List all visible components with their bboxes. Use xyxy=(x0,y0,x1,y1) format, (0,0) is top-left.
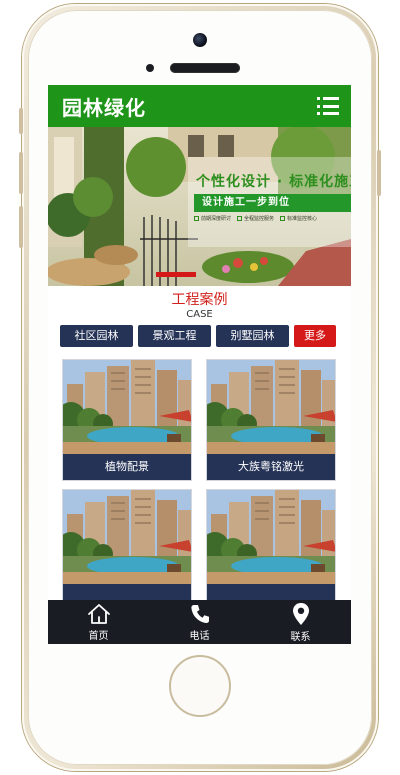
more-button[interactable]: 更多 xyxy=(294,325,336,347)
front-camera xyxy=(193,33,207,47)
tab-community-garden[interactable]: 社区园林 xyxy=(60,325,133,347)
tab-landscape-project[interactable]: 景观工程 xyxy=(138,325,211,347)
section-header: 工程案例 CASE xyxy=(48,292,351,321)
site-logo[interactable]: 园林绿化 xyxy=(62,92,146,121)
nav-contact-label: 联系 xyxy=(290,631,311,643)
case-label: 大族粤铭激光 xyxy=(207,454,335,480)
case-card[interactable] xyxy=(206,489,336,611)
check-box-icon xyxy=(237,216,243,221)
residential-photo xyxy=(63,360,191,454)
banner-features: 前期深度研讨 全程监控服务 标准监控核心 xyxy=(194,215,317,222)
tab-villa-garden[interactable]: 别墅园林 xyxy=(216,325,289,347)
residential-photo xyxy=(207,490,335,584)
check-box-icon xyxy=(280,216,286,221)
phone-icon xyxy=(190,604,209,623)
mute-switch xyxy=(19,108,23,134)
banner-feature: 前期深度研讨 xyxy=(194,215,231,222)
banner-headline: 个性化设计 · 标准化施工 xyxy=(196,174,351,190)
nav-contact[interactable]: 联系 xyxy=(261,602,341,643)
case-label: 植物配景 xyxy=(63,454,191,480)
top-bar: 园林绿化 xyxy=(48,85,351,127)
volume-down-button xyxy=(19,206,23,248)
case-image xyxy=(63,490,191,584)
section-subtitle: CASE xyxy=(186,309,213,320)
case-image xyxy=(207,360,335,454)
nav-home-label: 首页 xyxy=(88,630,109,642)
earpiece-speaker xyxy=(170,63,240,73)
home-icon xyxy=(87,603,110,624)
hero-banner[interactable]: 个性化设计 · 标准化施工 设计施工一步到位 前期深度研讨 全程监控服务 标准监… xyxy=(48,127,351,286)
proximity-sensor xyxy=(146,64,154,72)
menu-icon[interactable] xyxy=(317,97,339,115)
banner-feature: 标准监控核心 xyxy=(280,215,317,222)
home-button[interactable] xyxy=(169,655,231,717)
residential-photo xyxy=(63,490,191,584)
app-screen: 园林绿化 个性化设计 · 标准化施工 设计施工一步到位 前期深度研讨 全程监控服… xyxy=(48,85,351,644)
case-card[interactable]: 大族粤铭激光 xyxy=(206,359,336,481)
nav-phone[interactable]: 电话 xyxy=(160,603,240,642)
residential-photo xyxy=(207,360,335,454)
case-card[interactable] xyxy=(62,489,192,611)
case-grid: 植物配景 大族粤铭激光 xyxy=(48,347,351,611)
banner-feature: 全程监控服务 xyxy=(237,215,274,222)
section-title: 工程案例 xyxy=(171,292,228,308)
volume-up-button xyxy=(19,152,23,194)
nav-phone-label: 电话 xyxy=(189,630,210,642)
check-box-icon xyxy=(194,216,199,221)
bottom-nav: 首页 电话 联系 xyxy=(48,600,351,644)
location-pin-icon xyxy=(292,602,309,625)
nav-home[interactable]: 首页 xyxy=(59,603,139,642)
case-image xyxy=(207,490,335,584)
case-image xyxy=(63,360,191,454)
category-tabs: 社区园林 景观工程 别墅园林 更多 xyxy=(48,321,351,347)
power-button xyxy=(377,150,381,196)
case-card[interactable]: 植物配景 xyxy=(62,359,192,481)
banner-strip: 设计施工一步到位 xyxy=(194,194,351,212)
